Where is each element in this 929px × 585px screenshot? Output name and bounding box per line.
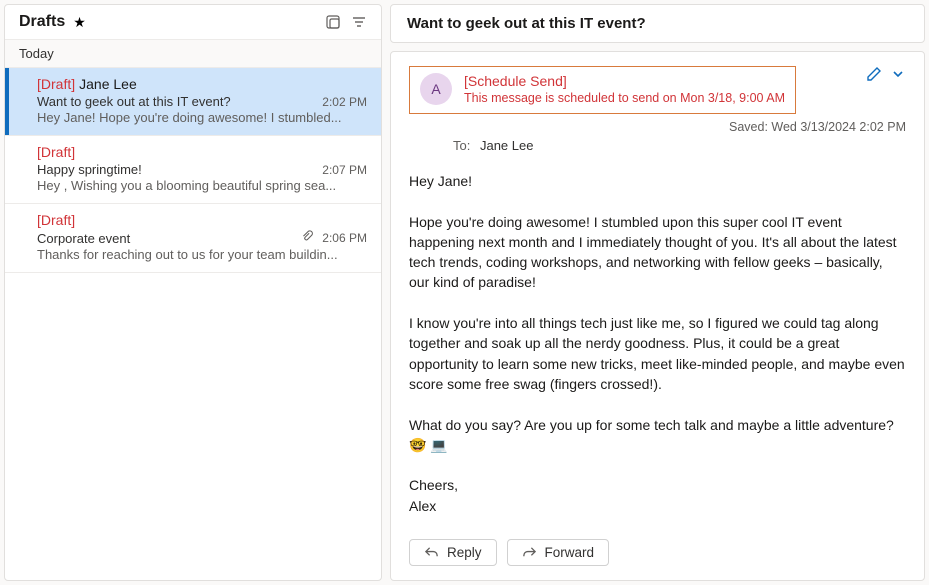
schedule-send-title: [Schedule Send] bbox=[464, 73, 785, 89]
draft-label: [Draft] bbox=[37, 76, 75, 92]
message-time: 2:07 PM bbox=[322, 163, 367, 177]
list-item[interactable]: [Draft] Corporate event 2:06 PM Thanks f… bbox=[5, 204, 381, 273]
avatar: A bbox=[420, 73, 452, 105]
message-body: Hey Jane! Hope you're doing awesome! I s… bbox=[409, 171, 906, 516]
draft-label: [Draft] bbox=[37, 212, 75, 228]
layout-icon[interactable] bbox=[325, 14, 341, 30]
message-subject: Happy springtime! bbox=[37, 162, 142, 177]
list-item[interactable]: [Draft] Happy springtime! 2:07 PM Hey , … bbox=[5, 136, 381, 204]
list-item[interactable]: [Draft] Jane Lee Want to geek out at thi… bbox=[5, 68, 381, 136]
reading-subject: Want to geek out at this IT event? bbox=[390, 4, 925, 43]
reply-label: Reply bbox=[447, 545, 482, 560]
to-value: Jane Lee bbox=[480, 138, 534, 153]
schedule-send-box: A [Schedule Send] This message is schedu… bbox=[409, 66, 796, 114]
message-list-panel: Drafts ★ Today [Draft] Jane Lee Want to … bbox=[4, 4, 382, 581]
draft-label: [Draft] bbox=[37, 144, 75, 160]
header-actions bbox=[866, 66, 906, 82]
forward-label: Forward bbox=[545, 545, 595, 560]
to-label: To: bbox=[453, 138, 470, 153]
attachment-icon bbox=[301, 230, 314, 246]
schedule-send-note: This message is scheduled to send on Mon… bbox=[464, 91, 785, 105]
chevron-down-icon[interactable] bbox=[890, 66, 906, 82]
message-header-row: A [Schedule Send] This message is schedu… bbox=[409, 66, 906, 114]
action-row: Reply Forward bbox=[409, 521, 906, 566]
saved-timestamp: Saved: Wed 3/13/2024 2:02 PM bbox=[409, 120, 906, 134]
message-time: 2:02 PM bbox=[322, 95, 367, 109]
message-subject: Corporate event bbox=[37, 231, 130, 246]
filter-icon[interactable] bbox=[351, 14, 367, 30]
to-line: To: Jane Lee bbox=[453, 138, 906, 153]
forward-button[interactable]: Forward bbox=[507, 539, 610, 566]
reading-pane-container: Want to geek out at this IT event? A [Sc… bbox=[390, 4, 925, 581]
reading-pane: A [Schedule Send] This message is schedu… bbox=[390, 51, 925, 581]
message-preview: Thanks for reaching out to us for your t… bbox=[37, 247, 367, 262]
reply-button[interactable]: Reply bbox=[409, 539, 497, 566]
message-subject: Want to geek out at this IT event? bbox=[37, 94, 231, 109]
message-time: 2:06 PM bbox=[322, 231, 367, 245]
message-from: Jane Lee bbox=[79, 76, 137, 92]
edit-icon[interactable] bbox=[866, 66, 882, 82]
section-label-today: Today bbox=[5, 40, 381, 68]
folder-header: Drafts ★ bbox=[5, 5, 381, 40]
message-preview: Hey Jane! Hope you're doing awesome! I s… bbox=[37, 110, 367, 125]
selection-bar bbox=[5, 68, 9, 135]
reply-icon bbox=[424, 545, 439, 560]
folder-title: Drafts bbox=[19, 13, 65, 31]
message-preview: Hey , Wishing you a blooming beautiful s… bbox=[37, 178, 367, 193]
star-icon[interactable]: ★ bbox=[73, 14, 86, 31]
forward-icon bbox=[522, 545, 537, 560]
